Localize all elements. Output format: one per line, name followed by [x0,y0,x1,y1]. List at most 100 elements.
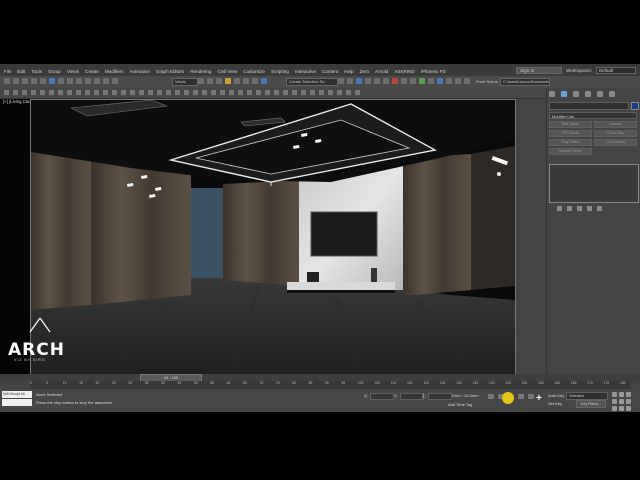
named-selection-set[interactable]: Create Selection Se [286,78,338,86]
display-tab-icon[interactable] [597,91,603,97]
ribbon-tool-icon[interactable] [328,90,333,95]
ribbon-tool-icon[interactable] [157,90,162,95]
menu-item-civil-view[interactable]: Civil View [217,69,237,74]
unlink-icon[interactable] [31,78,37,84]
layer-explorer-icon[interactable] [356,78,362,84]
modifier-list-dropdown[interactable]: Modifier List [549,112,637,119]
ribbon-tool-icon[interactable] [229,90,234,95]
roll-icon[interactable] [619,406,624,411]
ribbon-tool-icon[interactable] [4,90,9,95]
angle-snap-icon[interactable] [234,78,240,84]
menu-item-file[interactable]: File [4,69,11,74]
menu-item-group[interactable]: Group [48,69,61,74]
modifier-button[interactable]: Edit Spline [549,121,592,128]
render-icon[interactable] [419,78,425,84]
ribbon-tool-icon[interactable] [121,90,126,95]
next-frame-icon[interactable] [518,394,524,399]
menu-item-help[interactable]: Help [344,69,353,74]
bind-space-warp-icon[interactable] [40,78,46,84]
ribbon-tool-icon[interactable] [292,90,297,95]
menu-item-rendering[interactable]: Rendering [190,69,211,74]
fov-icon[interactable] [612,399,617,404]
create-tab-icon[interactable] [549,91,555,97]
walk-icon[interactable] [612,406,617,411]
menu-item-animation[interactable]: Animation [129,69,149,74]
motion-tab-icon[interactable] [585,91,591,97]
menu-item-zero[interactable]: Zero [360,69,369,74]
menu-item-graph-editors[interactable]: Graph Editors [156,69,184,74]
ribbon-tool-icon[interactable] [319,90,324,95]
menu-item-askrind[interactable]: ASKRIND [394,69,414,74]
ribbon-tool-icon[interactable] [103,90,108,95]
material-editor-icon[interactable] [392,78,398,84]
modifier-button[interactable]: Conf Select [594,139,637,146]
snap-icon[interactable] [225,78,231,84]
select-object-icon[interactable] [49,78,55,84]
menu-item-edit[interactable]: Edit [17,69,25,74]
configure-sets-icon[interactable] [597,206,602,211]
hierarchy-tab-icon[interactable] [573,91,579,97]
move-icon[interactable] [85,78,91,84]
select-region-icon[interactable] [67,78,73,84]
add-time-tag[interactable]: Add Time Tag [448,402,472,407]
auto-key-button[interactable]: Auto Key [548,393,564,398]
utilities-tab-icon[interactable] [609,91,615,97]
ribbon-tool-icon[interactable] [112,90,117,95]
make-unique-icon[interactable] [577,206,582,211]
modifier-stack[interactable] [549,164,639,203]
ribbon-tool-icon[interactable] [346,90,351,95]
auto-key-selection[interactable]: Selected [566,392,608,400]
z-icon[interactable] [437,78,443,84]
window-crossing-icon[interactable] [76,78,82,84]
pivot-icon[interactable] [198,78,204,84]
menu-item-content[interactable]: Content [322,69,338,74]
time-configuration-icon[interactable]: + [536,393,542,404]
modifier-button[interactable]: Cloth Map [594,130,637,137]
ribbon-tool-icon[interactable] [274,90,279,95]
menu-item-tools[interactable]: Tools [31,69,42,74]
ribbon-tool-icon[interactable] [184,90,189,95]
undo-icon[interactable] [4,78,10,84]
ribbon-tool-icon[interactable] [355,90,360,95]
render-cloud-icon[interactable] [428,78,434,84]
spinner-snap-icon[interactable] [252,78,258,84]
ribbon-tool-icon[interactable] [58,90,63,95]
ribbon-tool-icon[interactable] [139,90,144,95]
select-manipulate-icon[interactable] [207,78,213,84]
scale-icon[interactable] [103,78,109,84]
ribbon-tool-icon[interactable] [49,90,54,95]
ribbon-tool-icon[interactable] [175,90,180,95]
ribbon-tool-icon[interactable] [238,90,243,95]
modifier-button[interactable]: FFD Relax [549,130,592,137]
timeline-ruler[interactable]: 0 5 10 15 20 25 30 35 40 45 50 55 60 65 70 75 80 85 90 95 10… [30,381,630,389]
menu-item-arnold[interactable]: Arnold [375,69,388,74]
ribbon-tool-icon[interactable] [220,90,225,95]
ribbon-tool-icon[interactable] [31,90,36,95]
go-to-end-icon[interactable] [528,394,534,399]
ribbon-tool-icon[interactable] [301,90,306,95]
menu-item-interactive[interactable]: Interactive [295,69,316,74]
curve-editor-icon[interactable] [374,78,380,84]
menu-item-create[interactable]: Create [85,69,99,74]
ab-icon[interactable] [464,78,470,84]
redo-icon[interactable] [13,78,19,84]
ribbon-tool-icon[interactable] [166,90,171,95]
ribbon-tool-icon[interactable] [76,90,81,95]
menu-item-views[interactable]: Views [67,69,79,74]
menu-item-iphoenix-fd[interactable]: iPhoenix FD [421,69,446,74]
ribbon-tool-icon[interactable] [256,90,261,95]
ribbon-tool-icon[interactable] [337,90,342,95]
ribbon-tool-icon[interactable] [13,90,18,95]
show-end-result-icon[interactable] [567,206,572,211]
menu-item-scripting[interactable]: Scripting [271,69,289,74]
schematic-view-icon[interactable] [383,78,389,84]
go-to-start-icon[interactable] [488,394,494,399]
ribbon-tool-icon[interactable] [40,90,45,95]
ribbon-tool-icon[interactable] [94,90,99,95]
xp-icon[interactable] [455,78,461,84]
ribbon-tool-icon[interactable] [202,90,207,95]
key-filters-button[interactable]: Key Filters... [576,400,606,408]
perspective-viewport[interactable] [30,99,516,376]
zoom-extents-icon[interactable] [626,392,631,397]
edit-named-selection-icon[interactable] [261,78,267,84]
